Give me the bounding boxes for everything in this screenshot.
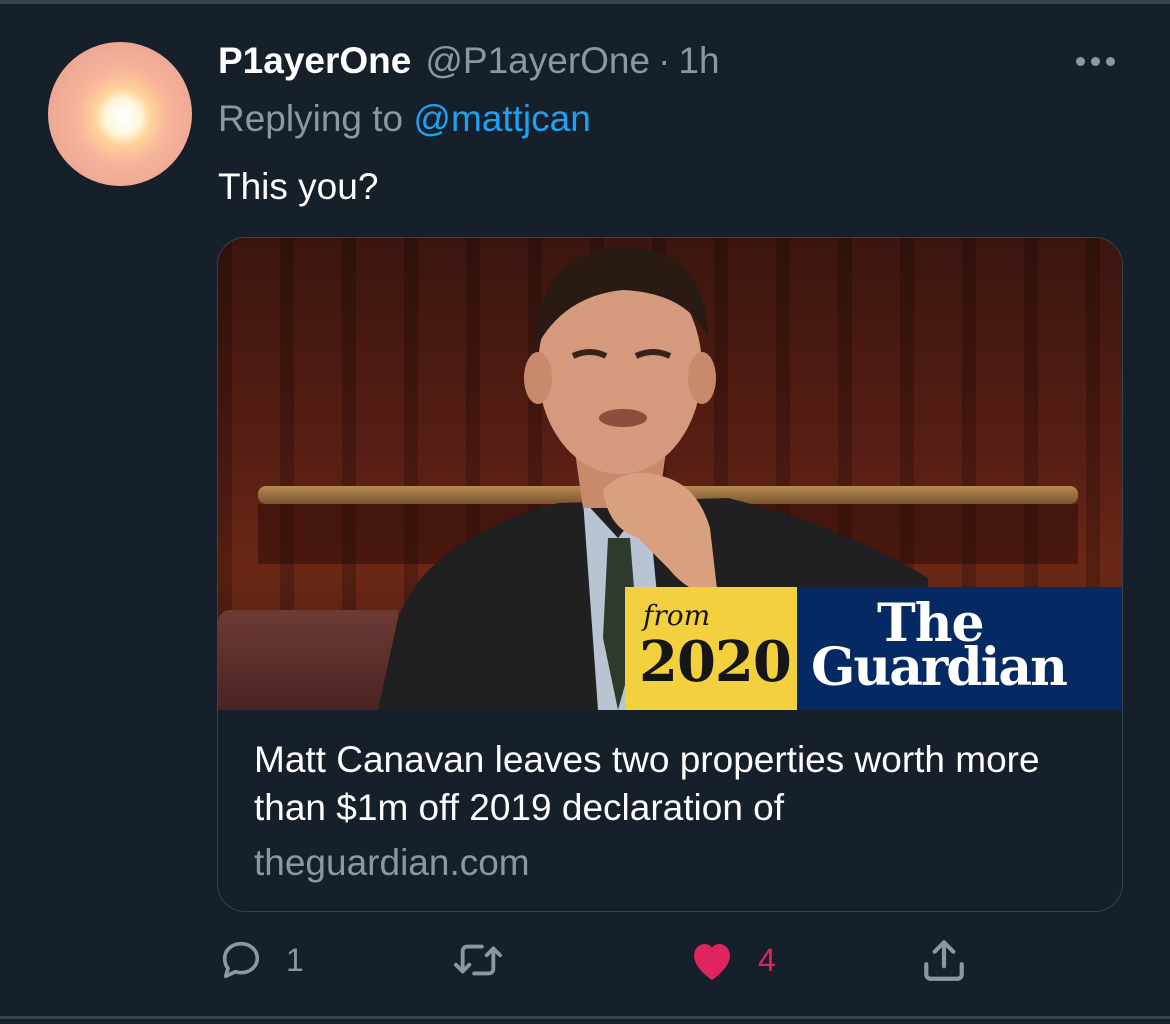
- card-image: from 2020 The Guardian: [218, 238, 1122, 710]
- like-count: 4: [758, 941, 776, 978]
- card-title: Matt Canavan leaves two properties worth…: [254, 739, 1040, 828]
- display-name[interactable]: P1ayerOne: [218, 38, 411, 84]
- replying-to-label: Replying to: [218, 98, 404, 139]
- like-icon: [694, 944, 730, 980]
- share-icon: [924, 940, 964, 981]
- reply-icon: [222, 941, 260, 979]
- separator-dot: ·: [658, 40, 671, 81]
- avatar[interactable]: [48, 42, 192, 186]
- guardian-logo-line2: Guardian: [811, 637, 1068, 698]
- bottom-divider: [0, 1016, 1170, 1019]
- tweet-header: P1ayerOne @P1ayerOne · 1h: [218, 38, 720, 84]
- timestamp[interactable]: 1h: [678, 38, 719, 84]
- tweet-text: This you?: [218, 166, 379, 207]
- badge-from-label: from: [643, 599, 711, 632]
- reply-count: 1: [286, 941, 304, 978]
- replying-to-mention[interactable]: @mattjcan: [413, 98, 590, 139]
- year-badge: from 2020: [625, 587, 797, 710]
- guardian-logo: The Guardian: [797, 587, 1122, 710]
- more-icon[interactable]: [1070, 48, 1120, 74]
- replying-to: Replying to @mattjcan: [218, 96, 591, 142]
- top-divider: [0, 0, 1170, 4]
- badge-year: 2020: [639, 629, 792, 695]
- retweet-button[interactable]: [452, 935, 504, 985]
- reply-button[interactable]: 1: [218, 935, 304, 985]
- retweet-icon: [454, 944, 502, 976]
- user-handle[interactable]: @P1ayerOne: [425, 38, 650, 84]
- card-domain: theguardian.com: [254, 842, 530, 883]
- share-button[interactable]: [918, 935, 970, 985]
- link-card[interactable]: from 2020 The Guardian Matt Canavan leav…: [217, 237, 1123, 912]
- like-button[interactable]: 4: [688, 935, 776, 985]
